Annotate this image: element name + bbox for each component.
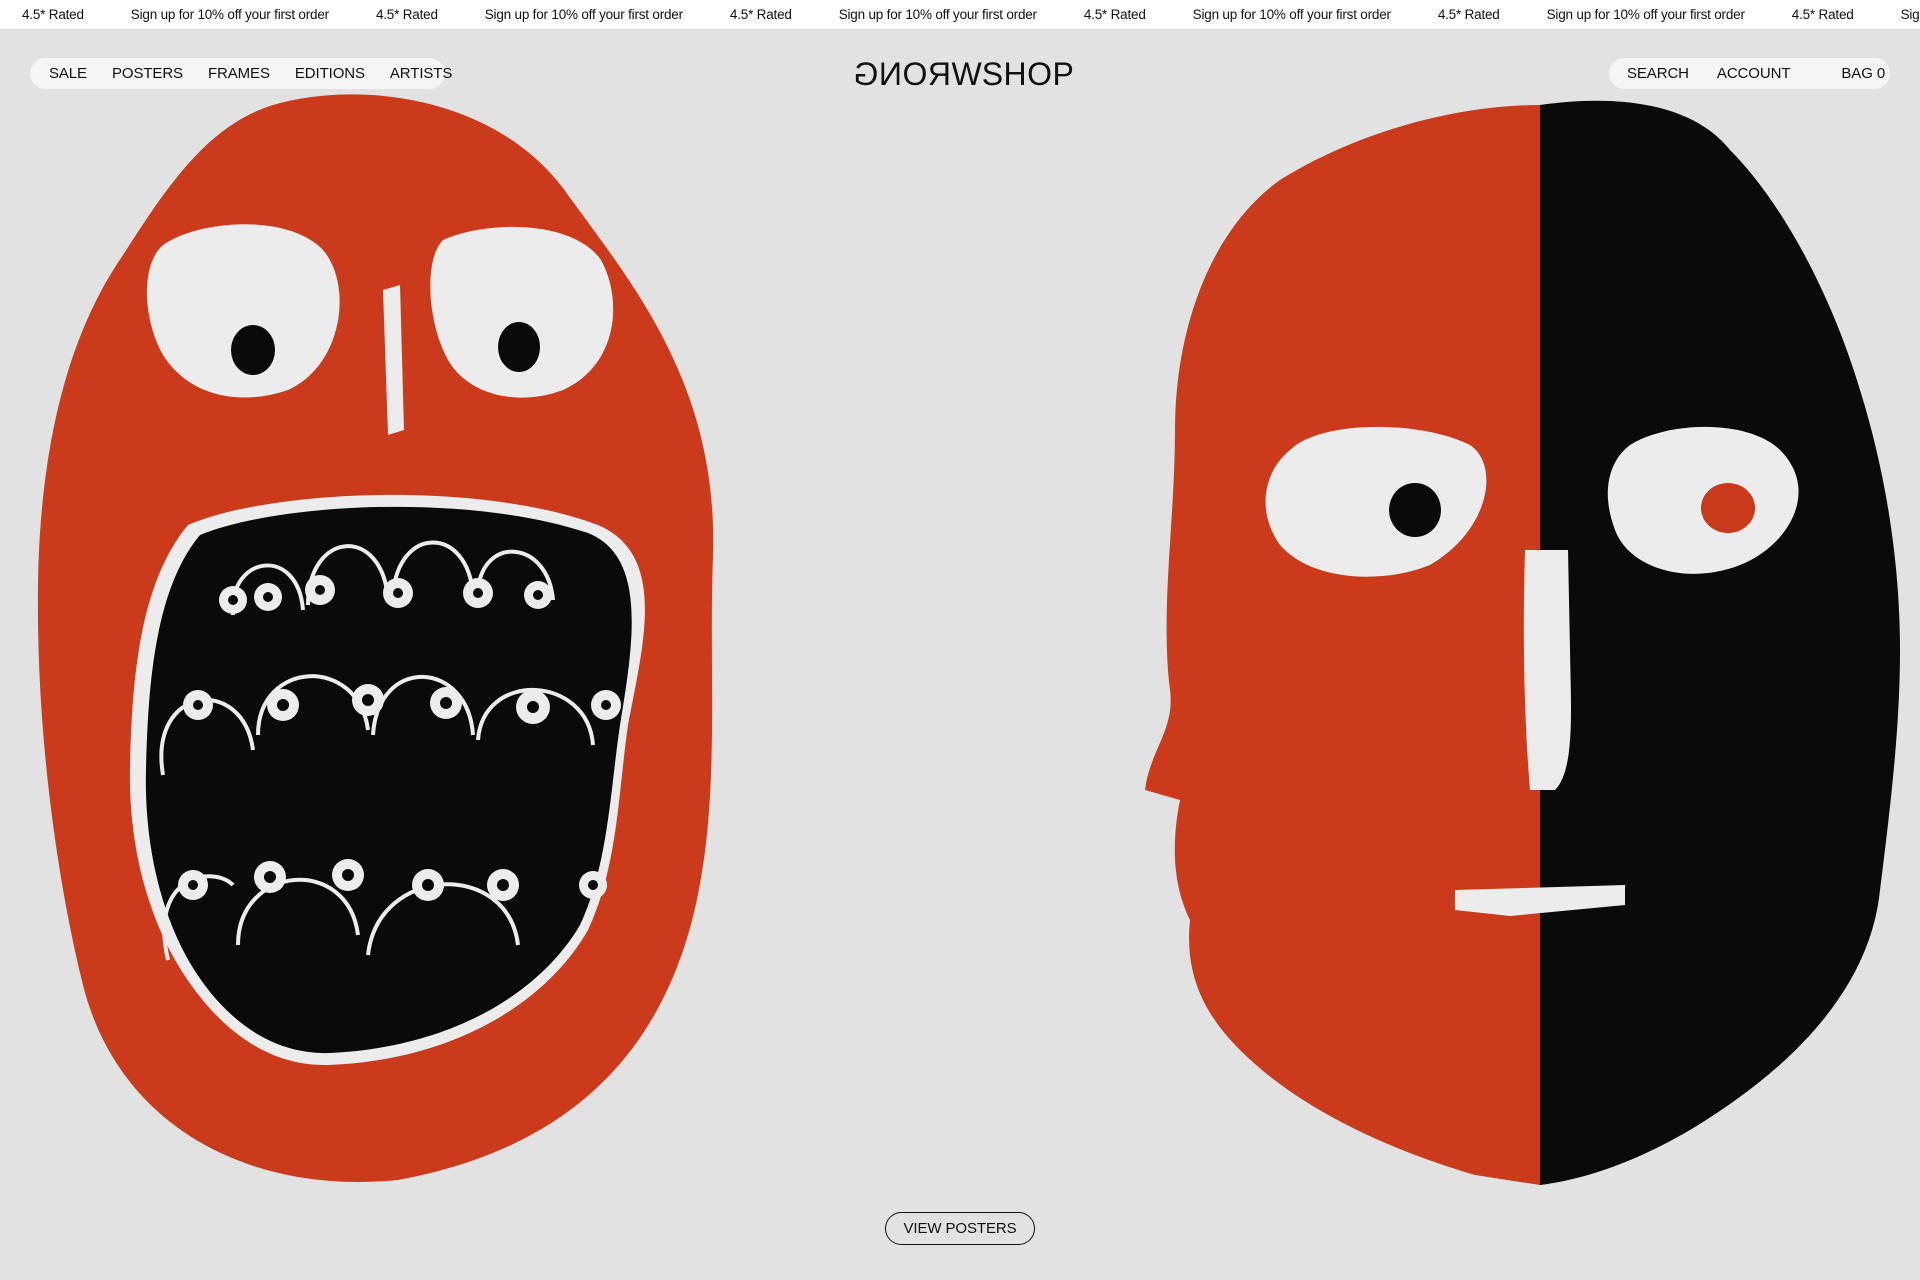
hero-artwork-screaming-face bbox=[37, 94, 714, 1182]
logo-text: SHOP bbox=[981, 56, 1075, 92]
red-face-half bbox=[1145, 105, 1540, 1185]
right-pupil bbox=[1701, 483, 1755, 533]
logo[interactable]: WRONGSHOP bbox=[853, 56, 1074, 92]
announcement-bar: 4.5* Rated Sign up for 10% off your first… bbox=[0, 0, 1920, 29]
nav-artists[interactable]: ARTISTS bbox=[390, 65, 452, 82]
nav-editions[interactable]: EDITIONS bbox=[295, 65, 365, 82]
nav-posters[interactable]: POSTERS bbox=[112, 65, 183, 82]
black-face-half bbox=[1540, 100, 1900, 1185]
right-eye-white bbox=[430, 226, 614, 398]
nav-sale[interactable]: SALE bbox=[49, 65, 87, 82]
view-posters-button[interactable]: VIEW POSTERS bbox=[885, 1212, 1035, 1245]
rating-announcement: 4.5* Rated bbox=[729, 7, 792, 22]
utility-nav: SEARCH ACCOUNT BAG 0 bbox=[1609, 58, 1890, 89]
left-pupil bbox=[1389, 483, 1441, 537]
rating-announcement: 4.5* Rated bbox=[1437, 7, 1500, 22]
left-pupil bbox=[231, 325, 275, 375]
signup-announcement[interactable]: Sign up for 10% off your first order bbox=[839, 7, 1037, 22]
signup-announcement[interactable]: Sign up for 10% off your first order bbox=[131, 7, 329, 22]
hero-artwork-split-face bbox=[1145, 100, 1900, 1185]
rating-announcement: 4.5* Rated bbox=[1083, 7, 1146, 22]
signup-announcement[interactable]: Sign up for 10% off your first order bbox=[1901, 7, 1920, 22]
signup-announcement[interactable]: Sign up for 10% off your first order bbox=[485, 7, 683, 22]
account-link[interactable]: ACCOUNT bbox=[1717, 65, 1791, 82]
signup-announcement[interactable]: Sign up for 10% off your first order bbox=[1193, 7, 1391, 22]
rating-announcement: 4.5* Rated bbox=[375, 7, 438, 22]
announcement-track: 4.5* Rated Sign up for 10% off your first… bbox=[0, 0, 1920, 29]
nav-frames[interactable]: FRAMES bbox=[208, 65, 270, 82]
bag-link[interactable]: BAG 0 bbox=[1841, 65, 1885, 82]
rating-announcement: 4.5* Rated bbox=[1791, 7, 1854, 22]
search-link[interactable]: SEARCH bbox=[1627, 65, 1689, 82]
right-pupil bbox=[498, 322, 540, 372]
nose-mark bbox=[1523, 550, 1571, 790]
logo-mirrored-text: WRONG bbox=[853, 56, 982, 92]
rating-announcement: 4.5* Rated bbox=[22, 7, 84, 22]
signup-announcement[interactable]: Sign up for 10% off your first order bbox=[1547, 7, 1745, 22]
